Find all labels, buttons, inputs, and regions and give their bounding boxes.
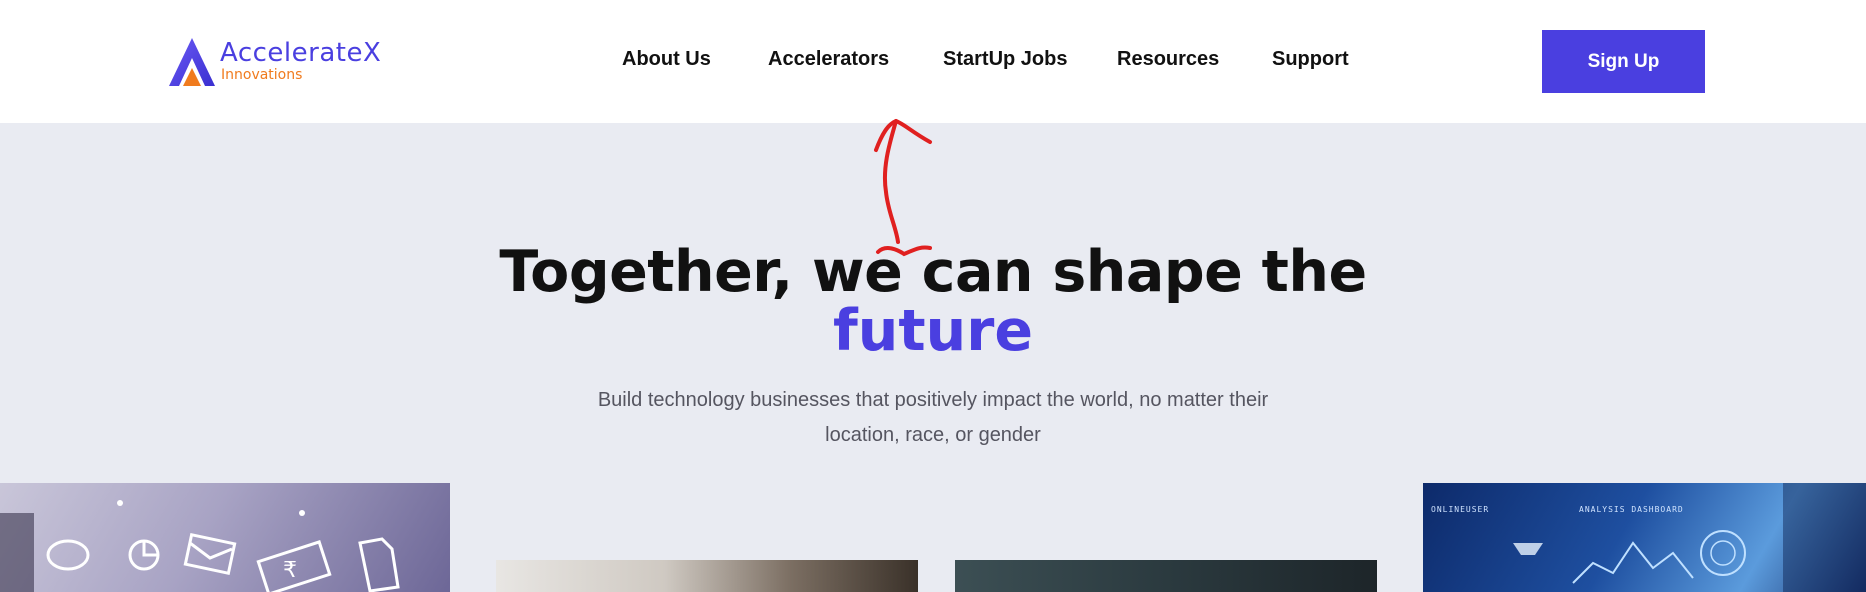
mail-icon [183, 532, 237, 576]
dashboard-label-analysis: ANALYSIS DASHBOARD [1579, 505, 1684, 514]
rupee-icon: ₹ [256, 540, 332, 592]
hero-title-accent: future [833, 298, 1033, 364]
business-icons-art: ₹ [0, 500, 400, 592]
people-meeting-image [496, 560, 918, 592]
businessman-image [955, 560, 1377, 592]
hero-subtitle: Build technology businesses that positiv… [597, 389, 1269, 446]
nav-about-us[interactable]: About Us [622, 48, 711, 71]
analytics-dashboard-image: ONLINEUSER ANALYSIS DASHBOARD [1423, 483, 1866, 592]
business-icons-image: ₹ [0, 483, 450, 592]
chat-icon [46, 539, 90, 571]
svg-text:₹: ₹ [283, 558, 297, 583]
pie-chart-icon [128, 539, 160, 571]
top-navbar: AccelerateX Innovations About Us Acceler… [0, 0, 1866, 123]
document-icon [358, 537, 400, 592]
nav-support[interactable]: Support [1272, 48, 1349, 71]
nav-resources[interactable]: Resources [1117, 48, 1219, 71]
hero-title: Together, we can shape the [499, 239, 1367, 305]
sign-up-button[interactable]: Sign Up [1542, 30, 1705, 93]
nav-startup-jobs[interactable]: StartUp Jobs [943, 48, 1067, 71]
dashboard-label-online: ONLINEUSER [1431, 505, 1490, 514]
dashboard-art [1513, 483, 1866, 592]
nav-accelerators[interactable]: Accelerators [768, 48, 889, 71]
red-arrow-annotation [874, 118, 932, 257]
